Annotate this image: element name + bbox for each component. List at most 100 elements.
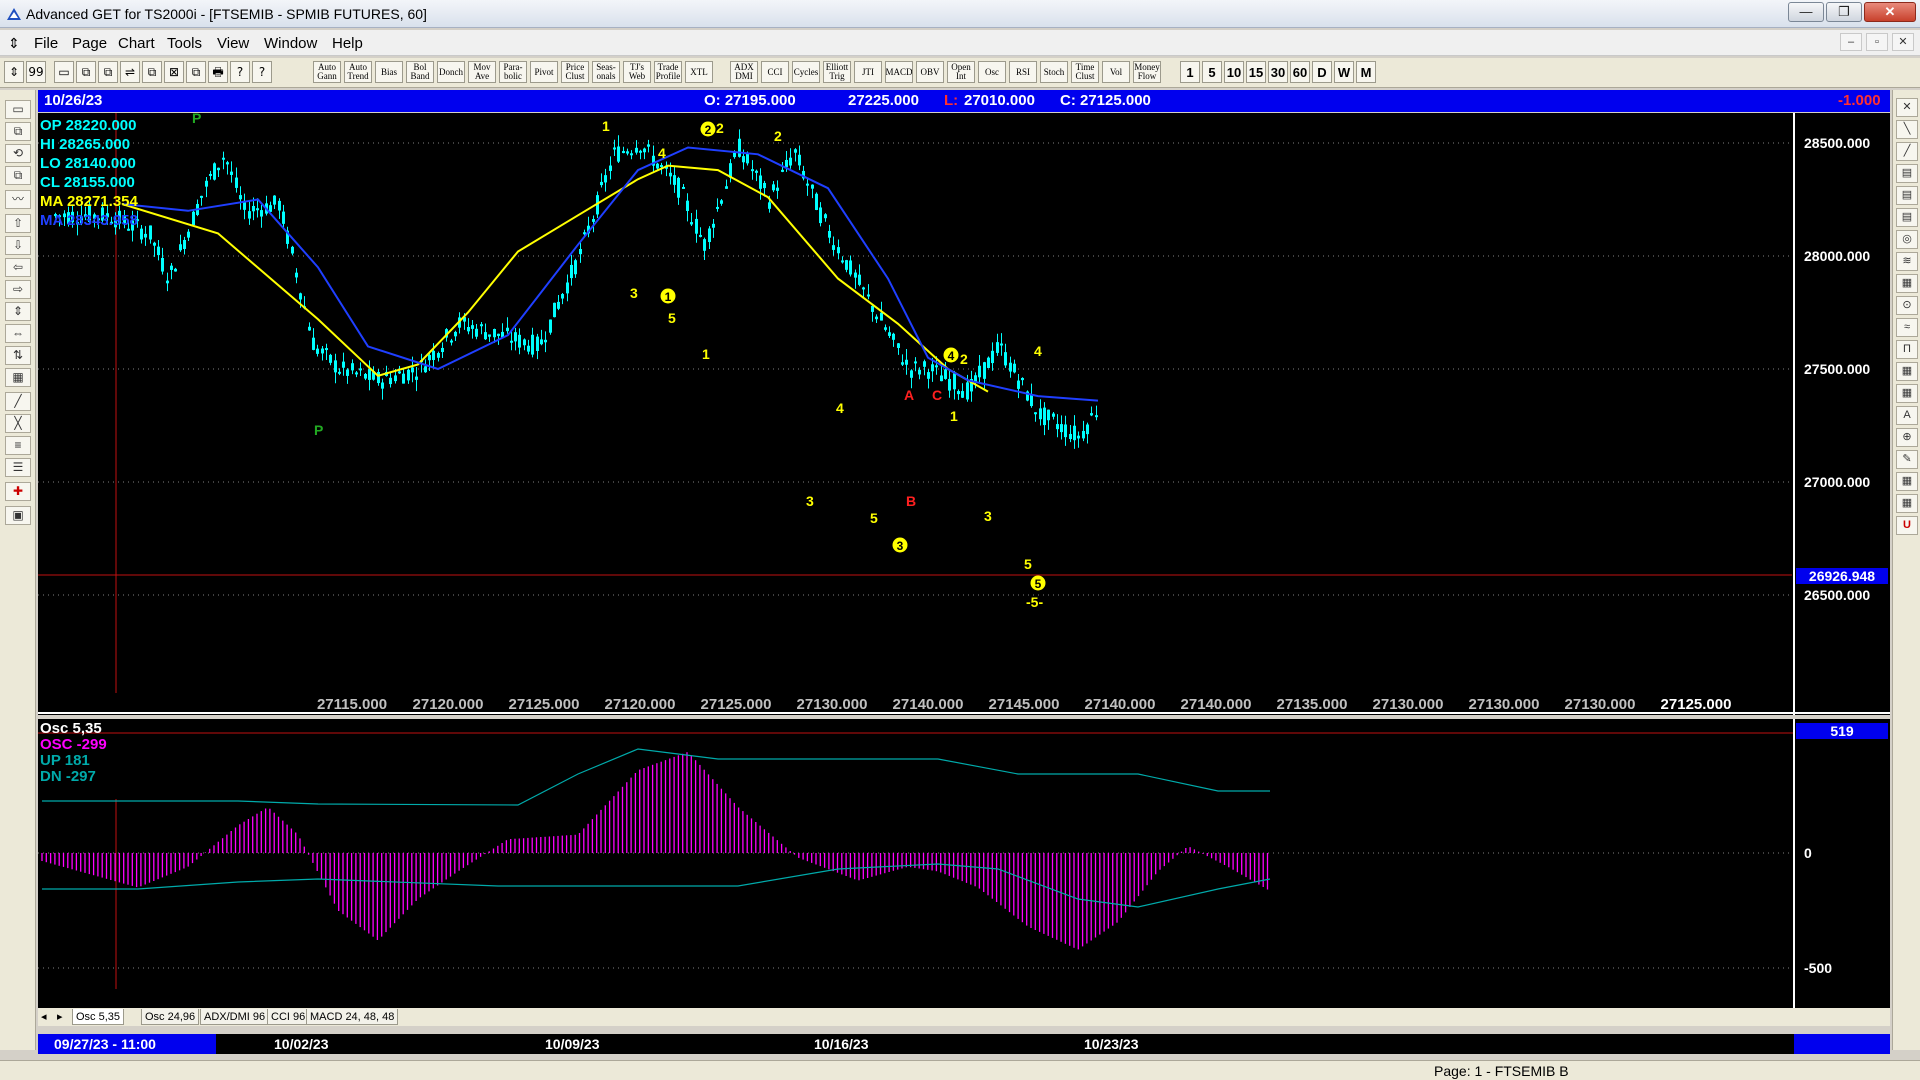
left-tool-14-icon[interactable]: ╳ — [5, 414, 31, 433]
timeframe-w-button[interactable]: W — [1334, 61, 1354, 83]
left-tool-11-icon[interactable]: ⇅ — [5, 346, 31, 365]
tab-cci[interactable]: CCI 96 — [267, 1009, 310, 1025]
left-tool-16-icon[interactable]: ☰ — [5, 458, 31, 477]
left-tool-7-icon[interactable]: ⇦ — [5, 258, 31, 277]
right-tool-11-icon[interactable]: Π — [1896, 340, 1918, 359]
right-tool-19-icon[interactable]: U — [1896, 516, 1918, 535]
tab-macd[interactable]: MACD 24, 48, 48 — [306, 1009, 399, 1025]
left-tool-5-icon[interactable]: ⇧ — [5, 214, 31, 233]
timeframe-10-button[interactable]: 10 — [1224, 61, 1244, 83]
price-chart[interactable]: PP1 2 24351435ABC21435-5- 21345 OP 28220.0… — [38, 110, 1890, 715]
toolbar-study-time-clust-button[interactable]: Time Clust — [1071, 61, 1099, 83]
left-tool-4-icon[interactable]: 〰 — [5, 190, 31, 209]
toolbar-study-price-clust-button[interactable]: Price Clust — [561, 61, 589, 83]
right-tool-10-icon[interactable]: ≈ — [1896, 318, 1918, 337]
toolbar-study-adx-dmi-button[interactable]: ADX DMI — [730, 61, 758, 83]
menu-view[interactable]: View — [217, 35, 249, 52]
left-tool-8-icon[interactable]: ⇨ — [5, 280, 31, 299]
toolbar-study-money-flow-button[interactable]: Money Flow — [1133, 61, 1161, 83]
left-tool-0-icon[interactable]: ▭ — [5, 100, 31, 119]
menu-chart[interactable]: Chart — [118, 35, 155, 52]
left-tool-10-icon[interactable]: ⇔ — [5, 324, 31, 343]
close-button[interactable]: ✕ — [1864, 2, 1916, 22]
right-tool-17-icon[interactable]: ▦ — [1896, 472, 1918, 491]
toolbar-study-tj-s-web-button[interactable]: TJ's Web — [623, 61, 651, 83]
toolbar-study-jti-button[interactable]: JTI — [854, 61, 882, 83]
toolbar-study-para-bolic-button[interactable]: Para- bolic — [499, 61, 527, 83]
toolbar-study-macd-button[interactable]: MACD — [885, 61, 913, 83]
toolbar-study-open-int-button[interactable]: Open Int — [947, 61, 975, 83]
mdi-close-button[interactable]: ✕ — [1892, 33, 1914, 51]
toolbar-study-xtl-button[interactable]: XTL — [685, 61, 713, 83]
tab-osc-5-35[interactable]: Osc 5,35 — [72, 1009, 125, 1025]
right-tool-18-icon[interactable]: ▦ — [1896, 494, 1918, 513]
toolbar-tool-6-icon[interactable]: ⧉ — [142, 61, 162, 83]
right-tool-5-icon[interactable]: ▤ — [1896, 208, 1918, 227]
right-tool-7-icon[interactable]: ≋ — [1896, 252, 1918, 271]
toolbar-tool-10-icon[interactable]: ? — [230, 61, 250, 83]
toolbar-study-bias-button[interactable]: Bias — [375, 61, 403, 83]
left-tool-3-icon[interactable]: ⧉ — [5, 166, 31, 185]
menu-tools[interactable]: Tools — [167, 35, 202, 52]
left-tool-6-icon[interactable]: ⇩ — [5, 236, 31, 255]
toolbar-study-obv-button[interactable]: OBV — [916, 61, 944, 83]
right-tool-6-icon[interactable]: ◎ — [1896, 230, 1918, 249]
right-tool-9-icon[interactable]: ⊙ — [1896, 296, 1918, 315]
right-tool-3-icon[interactable]: ▤ — [1896, 164, 1918, 183]
right-tool-16-icon[interactable]: ✎ — [1896, 450, 1918, 469]
toolbar-study-vol-button[interactable]: Vol — [1102, 61, 1130, 83]
toolbar-tool-7-icon[interactable]: ⊠ — [164, 61, 184, 83]
toolbar-study-trade-profile-button[interactable]: Trade Profile — [654, 61, 682, 83]
right-tool-0-icon[interactable]: ✕ — [1896, 98, 1918, 117]
right-tool-15-icon[interactable]: ⊕ — [1896, 428, 1918, 447]
timeframe-15-button[interactable]: 15 — [1246, 61, 1266, 83]
left-tool-13-icon[interactable]: ╱ — [5, 392, 31, 411]
right-tool-13-icon[interactable]: ▦ — [1896, 384, 1918, 403]
toolbar-study-auto-gann-button[interactable]: Auto Gann — [313, 61, 341, 83]
right-tool-4-icon[interactable]: ▤ — [1896, 186, 1918, 205]
maximize-button[interactable]: ❐ — [1826, 2, 1862, 22]
toolbar-study-seas-onals-button[interactable]: Seas- onals — [592, 61, 620, 83]
minimize-button[interactable]: — — [1788, 2, 1824, 22]
tab-adx-dmi[interactable]: ADX/DMI 96 — [200, 1009, 270, 1025]
right-tool-14-icon[interactable]: A — [1896, 406, 1918, 425]
timeframe-d-button[interactable]: D — [1312, 61, 1332, 83]
toolbar-study-stoch-button[interactable]: Stoch — [1040, 61, 1068, 83]
toolbar-tool-4-icon[interactable]: ⧉ — [98, 61, 118, 83]
toolbar-tool-3-icon[interactable]: ⧉ — [76, 61, 96, 83]
toolbar-study-bol-band-button[interactable]: Bol Band — [406, 61, 434, 83]
toolbar-tool-2-icon[interactable]: ▭ — [54, 61, 74, 83]
right-tool-12-icon[interactable]: ▦ — [1896, 362, 1918, 381]
timeframe-60-button[interactable]: 60 — [1290, 61, 1310, 83]
timeframe-30-button[interactable]: 30 — [1268, 61, 1288, 83]
toolbar-study-osc-button[interactable]: Osc — [978, 61, 1006, 83]
toolbar-study-mov-ave-button[interactable]: Mov Ave — [468, 61, 496, 83]
left-tool-17-icon[interactable]: ✚ — [5, 482, 31, 501]
toolbar-study-elliott-trig-button[interactable]: Elliott Trig — [823, 61, 851, 83]
menu-file[interactable]: File — [34, 35, 58, 52]
left-tool-12-icon[interactable]: ▦ — [5, 368, 31, 387]
menu-help[interactable]: Help — [332, 35, 363, 52]
left-tool-15-icon[interactable]: ≡ — [5, 436, 31, 455]
toolbar-study-auto-trend-button[interactable]: Auto Trend — [344, 61, 372, 83]
toolbar-tool-8-icon[interactable]: ⧉ — [186, 61, 206, 83]
document-icon[interactable]: ⇕ — [8, 35, 22, 51]
menu-window[interactable]: Window — [264, 35, 317, 52]
toolbar-tool-5-icon[interactable]: ⇌ — [120, 61, 140, 83]
toolbar-study-cci-button[interactable]: CCI — [761, 61, 789, 83]
tab-osc-24-96[interactable]: Osc 24,96 — [141, 1009, 200, 1025]
right-tool-1-icon[interactable]: ╲ — [1896, 120, 1918, 139]
mdi-minimize-button[interactable]: – — [1840, 33, 1862, 51]
toolbar-tool-0-icon[interactable]: ⇕ — [4, 61, 24, 83]
timeframe-m-button[interactable]: M — [1356, 61, 1376, 83]
tab-scroll-left-icon[interactable]: ◂ — [38, 1009, 52, 1025]
mdi-restore-button[interactable]: ▫ — [1866, 33, 1888, 51]
toolbar-tool-1-icon[interactable]: 99 — [26, 61, 46, 83]
timeframe-1-button[interactable]: 1 — [1180, 61, 1200, 83]
left-tool-9-icon[interactable]: ⇕ — [5, 302, 31, 321]
toolbar-tool-11-icon[interactable]: ? — [252, 61, 272, 83]
left-tool-1-icon[interactable]: ⧉ — [5, 122, 31, 141]
toolbar-study-rsi-button[interactable]: RSI — [1009, 61, 1037, 83]
toolbar-study-donch-button[interactable]: Donch — [437, 61, 465, 83]
left-tool-18-icon[interactable]: ▣ — [5, 506, 31, 525]
